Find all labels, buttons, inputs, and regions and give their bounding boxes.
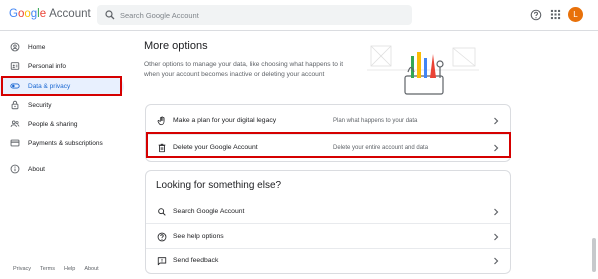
tools-illustration — [367, 45, 479, 95]
sidebar-item-label: Security — [28, 102, 52, 109]
sidebar-item-about[interactable]: About — [0, 160, 124, 179]
people-icon — [10, 120, 20, 128]
help-row-feedback[interactable]: Send feedback — [146, 247, 510, 275]
google-account-logo[interactable]: Google Account — [9, 8, 91, 20]
chevron-right-icon — [494, 208, 499, 216]
footer-links: Privacy Terms Help About — [13, 266, 108, 272]
option-row-digital-legacy[interactable]: Make a plan for your digital legacy Plan… — [146, 107, 510, 135]
sidebar-item-payments[interactable]: Payments & subscriptions — [0, 134, 124, 153]
credit-card-icon — [10, 139, 20, 147]
search-box[interactable] — [97, 5, 412, 25]
chevron-right-icon — [494, 117, 499, 125]
help-row-label: Send feedback — [173, 257, 219, 264]
help-icon[interactable] — [530, 9, 542, 21]
logo-letter: G — [9, 8, 18, 20]
scrollbar-thumb[interactable] — [592, 238, 596, 272]
sidebar-item-home[interactable]: Home — [0, 38, 124, 57]
help-row-label: Search Google Account — [173, 208, 245, 215]
chevron-right-icon — [494, 257, 499, 265]
page-description: Other options to manage your data, like … — [144, 61, 344, 78]
sidebar-item-security[interactable]: Security — [0, 96, 124, 115]
help-card-title: Looking for something else? — [156, 180, 282, 191]
option-label: Make a plan for your digital legacy — [173, 117, 277, 124]
search-icon — [105, 10, 115, 20]
footer-link-terms[interactable]: Terms — [40, 266, 55, 272]
annotation-highlight-box — [146, 132, 511, 158]
feedback-icon — [157, 257, 167, 266]
help-row-label: See help options — [173, 233, 224, 240]
annotation-highlight-box — [1, 76, 122, 96]
page-title: More options — [144, 40, 208, 52]
search-input[interactable] — [120, 8, 400, 22]
help-card: Looking for something else? Search Googl… — [145, 170, 511, 274]
avatar[interactable]: L — [568, 7, 583, 22]
logo-letter: e — [39, 8, 47, 20]
option-description: Plan what happens to your data — [333, 118, 418, 124]
scrollbar[interactable] — [591, 32, 597, 279]
sidebar-item-personal-info[interactable]: Personal info — [0, 57, 124, 76]
info-icon — [10, 164, 20, 174]
app-header: GoogleAccount L — [0, 0, 598, 31]
help-row-search[interactable]: Search Google Account — [146, 198, 510, 226]
hand-icon — [157, 116, 165, 126]
sidebar-item-label: Personal info — [28, 63, 66, 70]
footer-link-about[interactable]: About — [84, 266, 98, 272]
footer-link-privacy[interactable]: Privacy — [13, 266, 31, 272]
person-icon — [10, 62, 20, 70]
sidebar-item-label: Home — [28, 44, 46, 51]
lock-icon — [11, 100, 19, 110]
sidebar-item-label: About — [28, 166, 45, 173]
apps-grid-icon[interactable] — [550, 9, 561, 20]
chevron-right-icon — [494, 233, 499, 241]
help-icon — [157, 232, 167, 242]
search-icon — [158, 208, 166, 216]
sidebar-item-label: Payments & subscriptions — [28, 140, 103, 147]
sidebar-item-label: People & sharing — [28, 121, 78, 128]
footer-link-help[interactable]: Help — [64, 266, 75, 272]
home-icon — [10, 42, 20, 52]
logo-suffix: Account — [49, 8, 91, 20]
sidebar-item-people-sharing[interactable]: People & sharing — [0, 115, 124, 134]
